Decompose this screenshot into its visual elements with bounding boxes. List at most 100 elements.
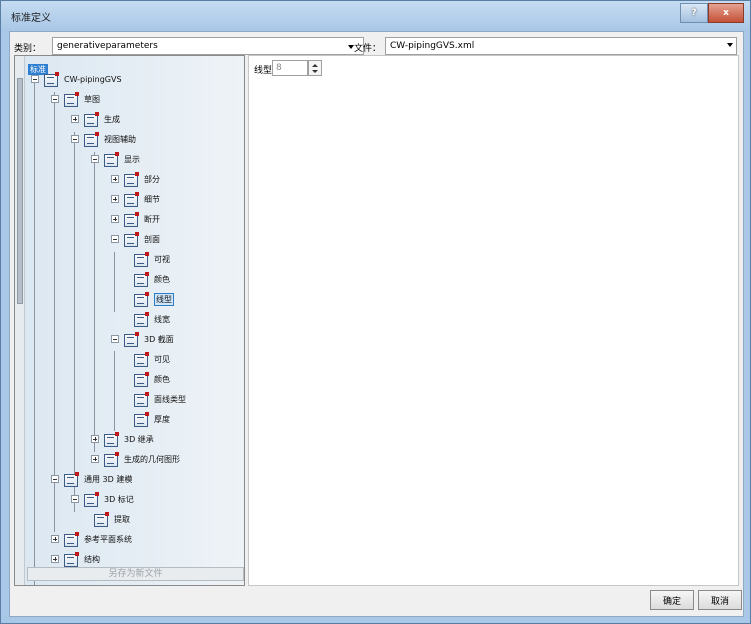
expand-icon[interactable] [111, 175, 119, 183]
collapse-icon[interactable] [71, 495, 79, 503]
tree-item[interactable]: 部分 [111, 171, 160, 187]
tree-item[interactable]: 3D 截面 [111, 331, 174, 347]
tree-item[interactable]: 颜色 [133, 271, 170, 287]
tree-panel[interactable]: 标准 CW-pipingGVS 草图 生成 视图辅助 显示 部分 细节 断开 剖… [14, 55, 245, 586]
tree-item[interactable]: 细节 [111, 191, 160, 207]
tree-item-label: 线宽 [154, 314, 170, 324]
expand-icon[interactable] [111, 215, 119, 223]
tree-item[interactable]: 显示 [91, 151, 140, 167]
scrollbar-thumb[interactable] [17, 78, 23, 304]
file-dropdown[interactable]: CW-pipingGVS.xml [385, 37, 737, 55]
tree-item-label: 颜色 [154, 274, 170, 284]
tree-item[interactable]: 生成的几何图形 [91, 451, 180, 467]
linetype-input[interactable]: 8 [272, 60, 308, 76]
tree-item-label: 视图辅助 [104, 134, 136, 144]
linetype-spinner[interactable] [308, 60, 322, 76]
tree-item-label: 线型 [154, 292, 174, 306]
expand-icon[interactable] [71, 115, 79, 123]
collapse-icon[interactable] [51, 475, 59, 483]
tree-item[interactable]: 生成 [71, 111, 120, 127]
parameter-node-icon [63, 472, 80, 487]
tree-item-label: 断开 [144, 214, 160, 224]
window-title: 标准定义 [11, 13, 51, 24]
collapse-icon[interactable] [91, 155, 99, 163]
parameter-node-icon [133, 272, 150, 287]
help-button[interactable]: ? [680, 3, 708, 23]
expand-icon[interactable] [111, 195, 119, 203]
parameter-node-icon [103, 452, 120, 467]
category-label: 类别： [14, 44, 42, 54]
expand-icon[interactable] [91, 435, 99, 443]
tree-item-label: 面线类型 [154, 394, 186, 404]
collapse-icon[interactable] [71, 135, 79, 143]
tree-item-label: 3D 截面 [144, 334, 174, 344]
tree-item-selected[interactable]: 线型 [133, 291, 174, 307]
tree-item-label: 结构 [84, 554, 100, 564]
tree-item[interactable]: 结构 [51, 551, 100, 567]
tree-item-label: 生成的几何图形 [124, 454, 180, 464]
parameter-node-icon [83, 112, 100, 127]
expand-icon[interactable] [51, 535, 59, 543]
parameter-node-icon [63, 92, 80, 107]
category-dropdown[interactable]: generativeparameters [52, 37, 364, 55]
tree-item[interactable]: 线宽 [133, 311, 170, 327]
tree-item[interactable]: 可见 [133, 351, 170, 367]
parameter-node-icon [123, 332, 140, 347]
tree-item[interactable]: 提取 [93, 511, 130, 527]
parameter-node-icon [123, 192, 140, 207]
tree-item[interactable]: 厚度 [133, 411, 170, 427]
parameter-node-icon [123, 172, 140, 187]
tree-item[interactable]: 3D 继承 [91, 431, 154, 447]
parameter-node-icon [133, 372, 150, 387]
collapse-icon[interactable] [31, 75, 39, 83]
tree-item-label: 草图 [84, 94, 100, 104]
parameter-node-icon [123, 232, 140, 247]
tree-item[interactable]: 可视 [133, 251, 170, 267]
expand-icon[interactable] [91, 455, 99, 463]
properties-panel [248, 55, 739, 586]
tree-item-label: 参考平面系统 [84, 534, 132, 544]
dialog-window: 标准定义 ? x 类别： generativeparameters 文件： CW… [0, 0, 751, 624]
dialog-client: 类别： generativeparameters 文件： CW-pipingGV… [9, 31, 744, 617]
tree-item[interactable]: 3D 标记 [71, 491, 134, 507]
file-value: CW-pipingGVS.xml [390, 41, 475, 51]
parameter-node-icon [133, 412, 150, 427]
tree-item[interactable]: 断开 [111, 211, 160, 227]
save-as-new-file-button[interactable]: 另存为新文件 [27, 567, 244, 581]
parameter-node-icon [63, 532, 80, 547]
tree-item-label: 颜色 [154, 374, 170, 384]
tree-item[interactable]: 剖面 [111, 231, 160, 247]
tree-item[interactable]: 颜色 [133, 371, 170, 387]
expand-icon[interactable] [51, 555, 59, 563]
parameter-node-icon [43, 72, 60, 87]
tree-item[interactable]: CW-pipingGVS [31, 71, 122, 87]
tree-item[interactable]: 参考平面系统 [51, 531, 132, 547]
parameter-node-icon [133, 352, 150, 367]
tree-item-label: 部分 [144, 174, 160, 184]
title-bar: 标准定义 ? x [1, 1, 750, 31]
parameter-node-icon [63, 552, 80, 567]
parameter-node-icon [133, 392, 150, 407]
cancel-button[interactable]: 取消 [698, 590, 742, 610]
parameter-node-icon [93, 512, 110, 527]
tree-item-label: 生成 [104, 114, 120, 124]
ok-button[interactable]: 确定 [650, 590, 694, 610]
tree-item[interactable]: 草图 [51, 91, 100, 107]
category-value: generativeparameters [57, 41, 158, 51]
chevron-down-icon [727, 43, 733, 47]
tree-scrollbar[interactable] [15, 56, 25, 585]
tree-item-label: 显示 [124, 154, 140, 164]
tree-item-label: 3D 标记 [104, 494, 134, 504]
linetype-label: 线型 [254, 66, 273, 76]
parameter-node-icon [133, 252, 150, 267]
collapse-icon[interactable] [111, 335, 119, 343]
tree-item[interactable]: 面线类型 [133, 391, 186, 407]
tree-item[interactable]: 通用 3D 建模 [51, 471, 133, 487]
tree-item[interactable]: 视图辅助 [71, 131, 136, 147]
close-button[interactable]: x [708, 3, 744, 23]
tree-item-label: 通用 3D 建模 [84, 474, 133, 484]
parameter-node-icon [103, 432, 120, 447]
collapse-icon[interactable] [51, 95, 59, 103]
collapse-icon[interactable] [111, 235, 119, 243]
parameter-node-icon [103, 152, 120, 167]
